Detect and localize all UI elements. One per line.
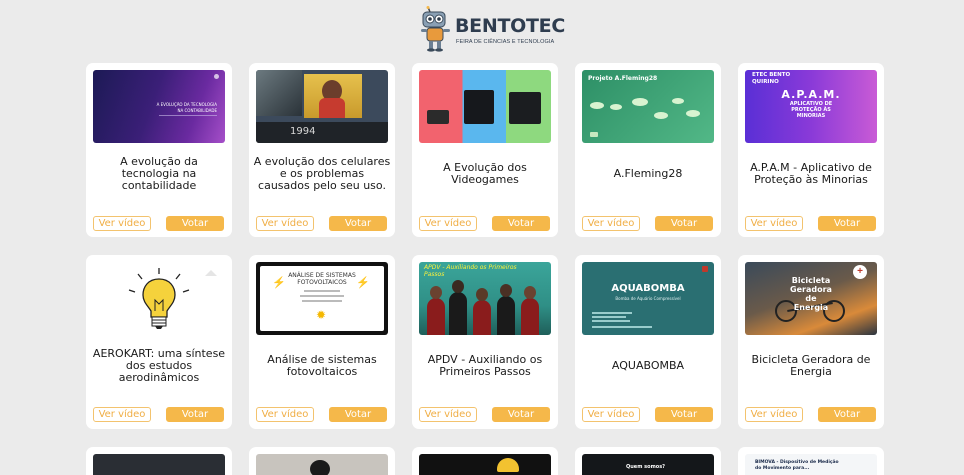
project-thumbnail[interactable]: APDV - Auxiliando os Primeiros Passos <box>419 262 551 335</box>
project-title: Bicicleta Geradora de Energia <box>751 353 871 378</box>
project-card <box>249 447 395 475</box>
watch-video-button[interactable]: Ver vídeo <box>93 407 151 422</box>
project-title: APDV - Auxiliando os Primeiros Passos <box>427 353 543 378</box>
project-thumbnail[interactable]: ETEC BENTO QUIRINO A.P.A.M. APLICATIVO D… <box>745 70 877 143</box>
project-title: A.Fleming28 <box>613 167 683 180</box>
project-thumbnail[interactable] <box>256 454 388 475</box>
project-card: AEROKART: uma síntese dos estudos aerodi… <box>86 255 232 429</box>
watch-video-button[interactable]: Ver vídeo <box>745 216 803 231</box>
project-card <box>412 447 558 475</box>
watch-video-button[interactable]: Ver vídeo <box>419 216 477 231</box>
project-thumbnail[interactable]: ANÁLISE DE SISTEMAS FOTOVOLTAICOS ⚡ ⚡ ✹ <box>256 262 388 335</box>
vote-button[interactable]: Votar <box>655 216 713 231</box>
project-thumbnail[interactable]: Quem somos? <box>582 454 714 475</box>
vote-button[interactable]: Votar <box>818 407 876 422</box>
project-card: A Evolução dos Videogames Ver vídeo Vota… <box>412 63 558 237</box>
project-card: A EVOLUÇÃO DA TECNOLOGIA NA CONTABILIDAD… <box>86 63 232 237</box>
project-card: ANÁLISE DE SISTEMAS FOTOVOLTAICOS ⚡ ⚡ ✹ … <box>249 255 395 429</box>
project-title: AQUABOMBA <box>611 359 685 372</box>
project-card: Projeto A.Fleming28 A.Fleming28 Ver víde… <box>575 63 721 237</box>
watch-video-button[interactable]: Ver vídeo <box>256 216 314 231</box>
bentotec-logo: BENTOTEC FEIRA DE CIÊNCIAS E TECNOLOGIA <box>418 6 565 54</box>
project-card: 1994 A evolução dos celulares e os probl… <box>249 63 395 237</box>
watch-video-button[interactable]: Ver vídeo <box>93 216 151 231</box>
sun-icon: ✹ <box>316 308 327 322</box>
project-card <box>86 447 232 475</box>
vote-button[interactable]: Votar <box>329 407 387 422</box>
project-thumbnail[interactable]: AQUABOMBA Bomba de Aquário Compressível <box>582 262 714 335</box>
project-thumbnail[interactable]: Projeto A.Fleming28 <box>582 70 714 143</box>
project-thumbnail[interactable] <box>419 454 551 475</box>
project-title: Análise de sistemas fotovoltaicos <box>267 353 377 378</box>
project-title: A Evolução dos Videogames <box>443 161 527 186</box>
vote-button[interactable]: Votar <box>166 407 224 422</box>
brand-name: BENTOTEC <box>455 15 565 37</box>
project-thumbnail[interactable] <box>93 262 225 335</box>
project-thumbnail[interactable]: A EVOLUÇÃO DA TECNOLOGIA NA CONTABILIDAD… <box>93 70 225 143</box>
vote-button[interactable]: Votar <box>492 407 550 422</box>
vote-button[interactable]: Votar <box>655 407 713 422</box>
project-card: Quem somos? <box>575 447 721 475</box>
project-title: A evolução da tecnologia na contabilidad… <box>120 155 198 192</box>
project-card: ETEC BENTO QUIRINO A.P.A.M. APLICATIVO D… <box>738 63 884 237</box>
robot-mascot-icon <box>421 6 450 52</box>
lightning-icon: ⚡ <box>356 277 370 289</box>
lightning-icon: ⚡ <box>272 277 286 289</box>
project-thumbnail[interactable]: 1994 <box>256 70 388 143</box>
project-title: A.P.A.M - Aplicativo de Proteção às Mino… <box>750 161 872 186</box>
project-thumbnail[interactable] <box>93 454 225 475</box>
project-title: A evolução dos celulares e os problemas … <box>253 155 391 192</box>
watch-video-button[interactable]: Ver vídeo <box>419 407 477 422</box>
project-title: AEROKART: uma síntese dos estudos aerodi… <box>92 347 226 384</box>
project-card: BIMOVA - Dispositivo de Medição do Movim… <box>738 447 884 475</box>
project-card: AQUABOMBA Bomba de Aquário Compressível … <box>575 255 721 429</box>
watch-video-button[interactable]: Ver vídeo <box>582 407 640 422</box>
project-thumbnail[interactable] <box>419 70 551 143</box>
watch-video-button[interactable]: Ver vídeo <box>582 216 640 231</box>
vote-button[interactable]: Votar <box>166 216 224 231</box>
project-thumbnail[interactable]: + Bicicleta Geradora de Energia <box>745 262 877 335</box>
vote-button[interactable]: Votar <box>492 216 550 231</box>
vote-button[interactable]: Votar <box>329 216 387 231</box>
watch-video-button[interactable]: Ver vídeo <box>745 407 803 422</box>
lightbulb-icon <box>128 268 217 329</box>
project-thumbnail[interactable]: BIMOVA - Dispositivo de Medição do Movim… <box>745 454 877 475</box>
project-card: APDV - Auxiliando os Primeiros Passos AP… <box>412 255 558 429</box>
vote-button[interactable]: Votar <box>818 216 876 231</box>
project-card: + Bicicleta Geradora de Energia Biciclet… <box>738 255 884 429</box>
brand-subtitle: FEIRA DE CIÊNCIAS E TECNOLOGIA <box>456 39 555 45</box>
watch-video-button[interactable]: Ver vídeo <box>256 407 314 422</box>
